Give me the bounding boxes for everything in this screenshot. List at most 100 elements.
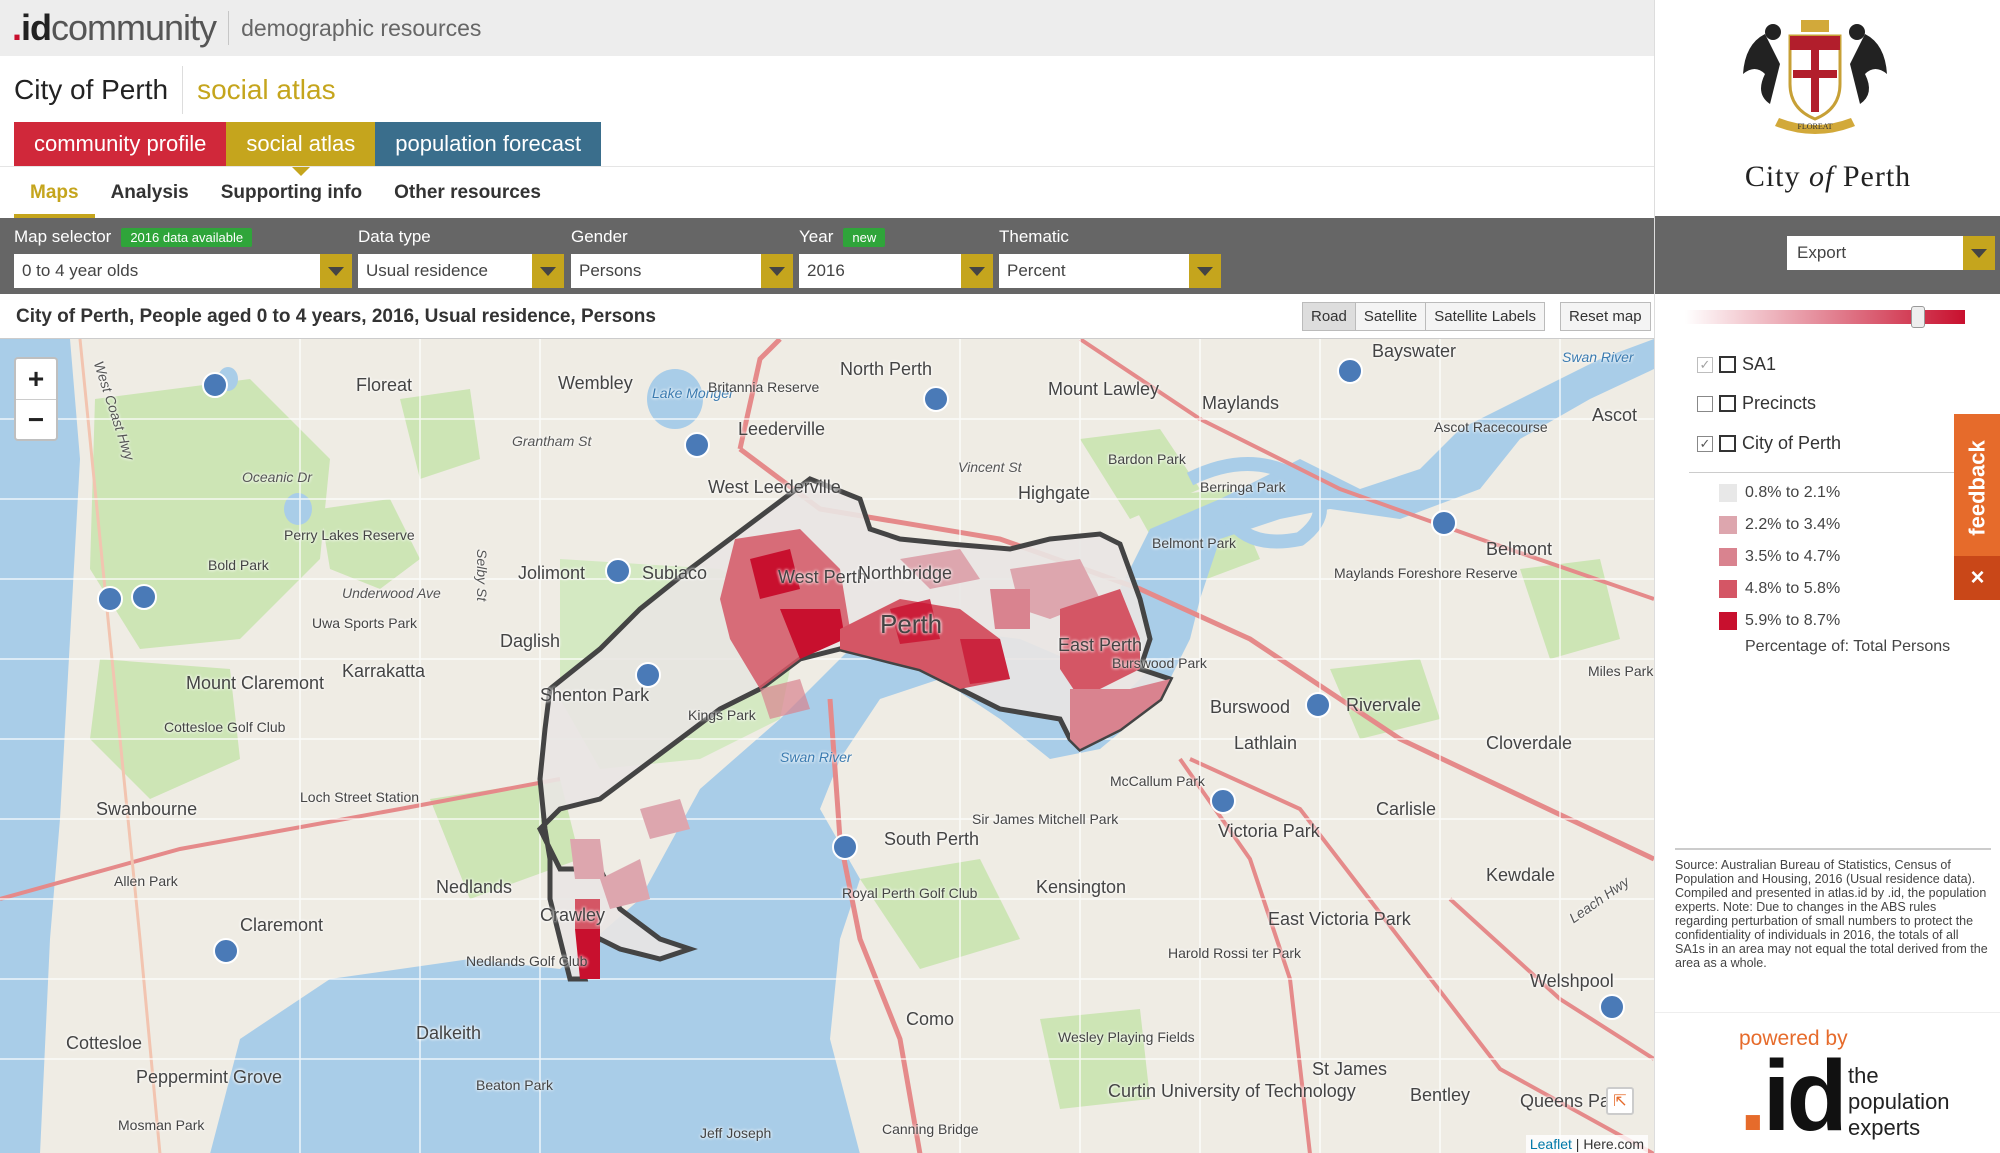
map-label-swan-river: Swan River — [780, 749, 852, 765]
feedback-tab[interactable]: feedback — [1954, 414, 2000, 562]
year-label: Year new — [799, 226, 993, 248]
legend-label: 0.8% to 2.1% — [1745, 484, 1841, 501]
satellite-labels-button[interactable]: Satellite Labels — [1425, 302, 1545, 331]
layer-sa1[interactable]: ✓ SA1 — [1697, 354, 1776, 375]
right-panel: FLOREAT City of Perth Export ✓ SA1 Precin… — [1654, 0, 2000, 1153]
zoom-out-button[interactable]: − — [16, 399, 56, 439]
road-button[interactable]: Road — [1302, 302, 1356, 331]
map-label-east-perth: East Perth — [1058, 635, 1143, 655]
powered-by-id[interactable]: powered by .id the population experts — [1655, 1012, 2000, 1153]
map-label-south-perth: South Perth — [884, 829, 980, 849]
feedback-label: feedback — [1964, 440, 1990, 536]
legend-label: 4.8% to 5.8% — [1745, 580, 1841, 597]
map-label-como: Como — [906, 1009, 955, 1029]
chevron-down-icon[interactable] — [320, 254, 352, 288]
map-label-wesley-fields: Wesley Playing Fields — [1058, 1029, 1195, 1045]
map-label-karrakatta: Karrakatta — [342, 661, 426, 681]
map-label-cloverdale: Cloverdale — [1486, 733, 1573, 753]
chevron-down-icon[interactable] — [1189, 254, 1221, 288]
subnav-analysis[interactable]: Analysis — [95, 167, 205, 219]
reset-map-button[interactable]: Reset map — [1560, 302, 1651, 331]
checkbox-outline-icon[interactable] — [1719, 356, 1736, 373]
tab-community-profile[interactable]: community profile — [14, 122, 227, 166]
leaflet-link[interactable]: Leaflet — [1530, 1136, 1572, 1152]
zoom-in-button[interactable]: + — [16, 359, 56, 399]
map-label-claremont: Claremont — [240, 915, 324, 935]
map-label-victoria-park: Victoria Park — [1218, 821, 1320, 841]
close-icon[interactable]: × — [1954, 556, 2000, 600]
map-label-kensington: Kensington — [1036, 877, 1127, 897]
tab-population-forecast[interactable]: population forecast — [375, 122, 602, 166]
map-label-jolimont: Jolimont — [518, 563, 586, 583]
gender-group: Gender Persons — [571, 226, 793, 288]
legend-item: 0.8% to 2.1% — [1719, 484, 1840, 502]
map-label-floreat: Floreat — [356, 375, 413, 395]
gender-dropdown[interactable]: Persons — [571, 254, 793, 288]
checkbox-checked-icon[interactable]: ✓ — [1697, 356, 1713, 373]
map-label-miles-park: Miles Park — [1588, 663, 1654, 679]
map-selector-value: 0 to 4 year olds — [22, 261, 139, 280]
map-selector-label-text: Map selector — [14, 227, 112, 246]
map-label-mosman-park: Mosman Park — [118, 1117, 205, 1133]
gender-label: Gender — [571, 227, 628, 246]
city-word-of: of — [1809, 160, 1835, 193]
chevron-down-icon[interactable] — [761, 254, 793, 288]
checkbox-outline-icon[interactable] — [1719, 395, 1736, 412]
layer-precincts[interactable]: Precincts — [1697, 393, 1816, 414]
year-dropdown[interactable]: 2016 — [799, 254, 993, 288]
map-label-highgate: Highgate — [1018, 483, 1091, 503]
legend-note: Percentage of: Total Persons — [1745, 638, 1951, 655]
new-badge: new — [843, 227, 886, 247]
map-label-nedlands: Nedlands — [436, 877, 513, 897]
opacity-slider[interactable] — [1685, 306, 1965, 328]
source-note: Source: Australian Bureau of Statistics,… — [1675, 858, 1988, 970]
map-label-mccallum: McCallum Park — [1110, 773, 1205, 789]
map-label-welshpool: Welshpool — [1530, 971, 1614, 991]
subnav-supporting-info[interactable]: Supporting info — [205, 167, 378, 219]
tab-social-atlas[interactable]: social atlas — [226, 122, 376, 176]
city-word-b: Perth — [1834, 160, 1912, 193]
checkbox-outline-icon[interactable] — [1719, 435, 1736, 452]
idcommunity-logo[interactable]: .idcommunity — [12, 7, 217, 49]
map-label-north-perth: North Perth — [840, 359, 933, 379]
map-label-peppermint-grove: Peppermint Grove — [136, 1067, 283, 1087]
checkbox-checked-icon[interactable]: ✓ — [1697, 435, 1713, 452]
city-of-perth-wordmark: City of Perth — [1655, 160, 2000, 194]
expand-icon[interactable]: ⇱ — [1606, 1087, 1634, 1115]
thematic-dropdown[interactable]: Percent — [999, 254, 1221, 288]
id-logo: .id — [1739, 1039, 1848, 1153]
map-canvas[interactable]: Floreat Wembley Lake Monger Britannia Re… — [0, 338, 1654, 1153]
map-label-carlisle: Carlisle — [1376, 799, 1437, 819]
chevron-down-icon[interactable] — [1963, 236, 1995, 270]
layer-city-of-perth[interactable]: ✓ City of Perth — [1697, 433, 1841, 454]
map-selector-dropdown[interactable]: 0 to 4 year olds — [14, 254, 352, 288]
map-label-dalkeith: Dalkeith — [416, 1023, 482, 1043]
satellite-button[interactable]: Satellite — [1354, 302, 1427, 331]
data-type-dropdown[interactable]: Usual residence — [358, 254, 564, 288]
chevron-down-icon[interactable] — [961, 254, 993, 288]
logo-id: id — [21, 7, 52, 48]
main-column: .idcommunity demographic resources City … — [0, 0, 2000, 1153]
export-dropdown[interactable]: Export — [1787, 236, 1995, 270]
map-label-cottesloe: Cottesloe — [66, 1033, 143, 1053]
slider-handle[interactable] — [1911, 306, 1925, 328]
map-label-rivervale: Rivervale — [1346, 695, 1422, 715]
subnav-maps[interactable]: Maps — [14, 167, 95, 219]
id-tagline-2: population — [1848, 1089, 1950, 1114]
map-label-selby: Selby St — [474, 549, 490, 602]
layer-precincts-label: Precincts — [1742, 393, 1817, 413]
map-label-uwa-sports: Uwa Sports Park — [312, 615, 418, 631]
gender-value: Persons — [579, 261, 642, 280]
thematic-label: Thematic — [999, 227, 1069, 246]
checkbox-empty-icon[interactable] — [1697, 395, 1713, 412]
subnav-other-resources[interactable]: Other resources — [378, 167, 557, 219]
legend-label: 5.9% to 8.7% — [1745, 612, 1841, 629]
city-crest-logo: FLOREAT — [1743, 20, 1887, 134]
map-label-ascot: Ascot — [1592, 405, 1638, 425]
app-root: .idcommunity demographic resources City … — [0, 0, 2000, 1153]
chevron-down-icon[interactable] — [532, 254, 564, 288]
map-label-britannia: Britannia Reserve — [708, 379, 820, 395]
city-word-a: City — [1744, 160, 1809, 193]
title-row: City of Perth social atlas — [14, 66, 336, 114]
map-label-allen-park: Allen Park — [114, 873, 178, 889]
